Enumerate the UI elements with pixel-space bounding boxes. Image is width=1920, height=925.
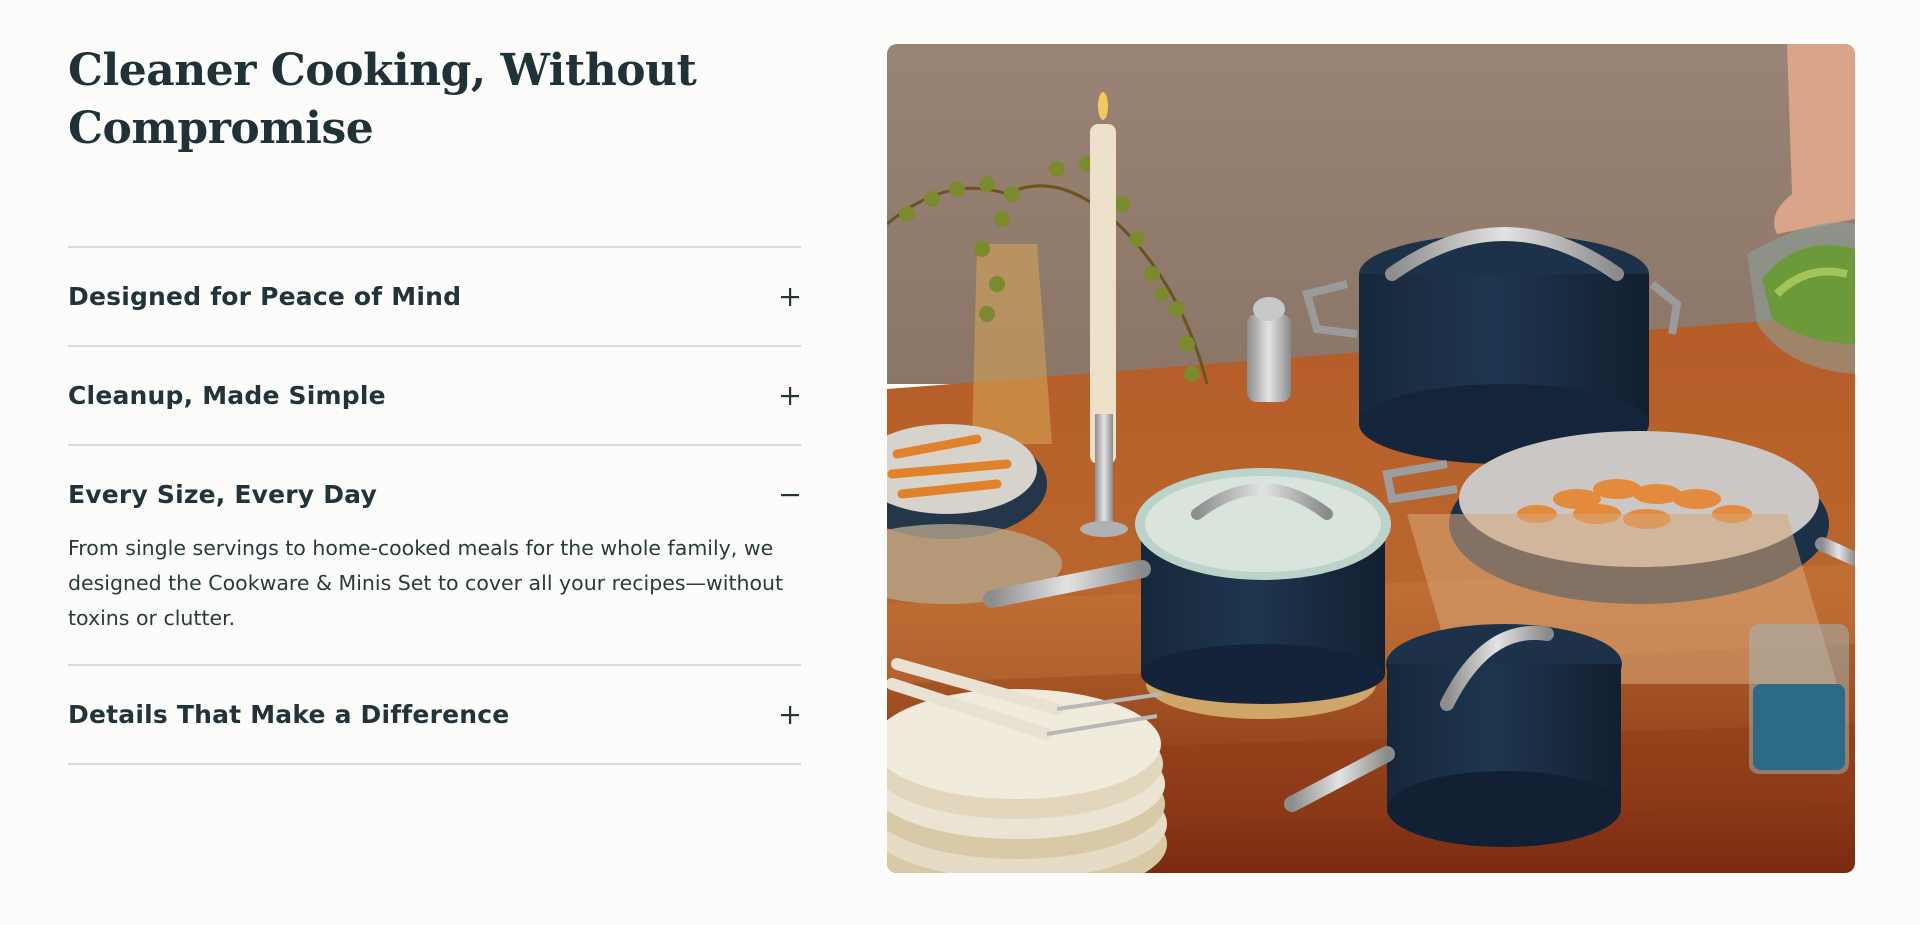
accordion-header-cleanup[interactable]: Cleanup, Made Simple: [68, 347, 801, 444]
accordion-title: Every Size, Every Day: [68, 480, 377, 509]
plus-icon[interactable]: [781, 705, 799, 724]
accordion-header-details[interactable]: Details That Make a Difference: [68, 666, 801, 763]
cookware-illustration: [887, 44, 1855, 873]
feature-accordion: Designed for Peace of Mind Cleanup, Made…: [68, 246, 801, 765]
accordion-title: Cleanup, Made Simple: [68, 381, 386, 410]
accordion-title: Details That Make a Difference: [68, 700, 510, 729]
accordion-item-every-size: Every Size, Every Day From single servin…: [68, 446, 801, 666]
cookware-table-photo: [887, 44, 1855, 873]
plus-icon[interactable]: [781, 386, 799, 405]
accordion-body-text: From single servings to home-cooked meal…: [68, 536, 784, 630]
accordion-item-peace-of-mind: Designed for Peace of Mind: [68, 248, 801, 347]
accordion-title: Designed for Peace of Mind: [68, 282, 462, 311]
accordion-header-every-size[interactable]: Every Size, Every Day: [68, 446, 801, 543]
accordion-item-details: Details That Make a Difference: [68, 666, 801, 765]
accordion-item-cleanup: Cleanup, Made Simple: [68, 347, 801, 446]
plus-icon[interactable]: [781, 287, 799, 306]
minus-icon[interactable]: [781, 486, 799, 504]
accordion-header-peace-of-mind[interactable]: Designed for Peace of Mind: [68, 248, 801, 345]
section-headline: Cleaner Cooking, Without Compromise: [68, 45, 697, 154]
